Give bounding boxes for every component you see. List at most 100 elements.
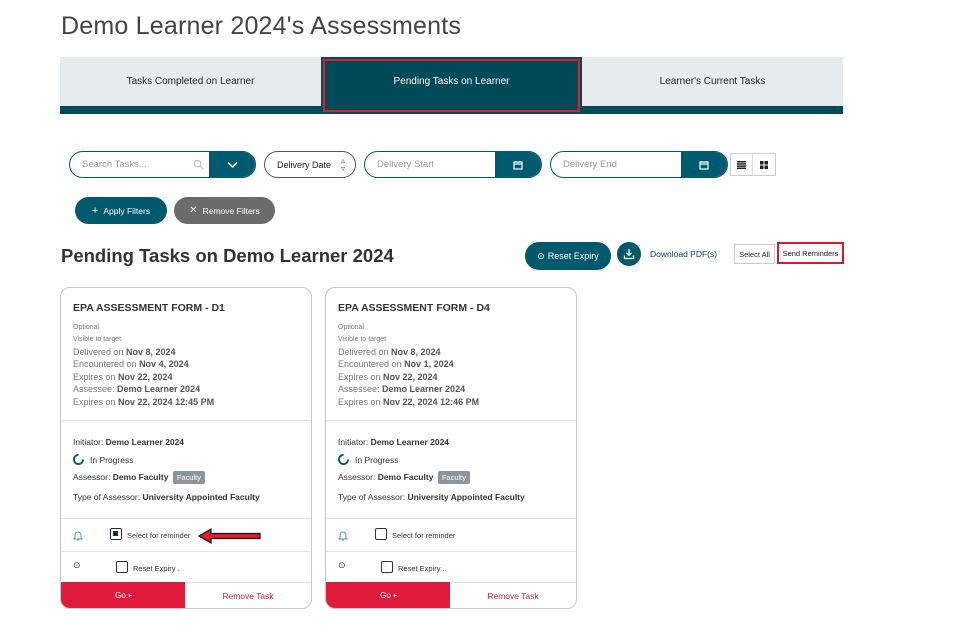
card-expires: Expires on Nov 22, 2024 <box>73 371 173 382</box>
chevron-down-icon <box>226 161 238 168</box>
reset-expiry-checkbox[interactable] <box>381 561 393 573</box>
task-card: EPA ASSESSMENT FORM - D1 Optional Visibl… <box>60 287 312 609</box>
reminder-checkbox[interactable] <box>110 528 122 540</box>
sort-updown-icon: ▵ ▿ <box>340 156 345 173</box>
divider <box>61 420 311 421</box>
go-label: Go <box>115 590 126 600</box>
delivery-end-calendar-button[interactable] <box>681 152 727 177</box>
reset-expiry-button[interactable]: ⊙ Reset Expiry <box>525 242 611 270</box>
search-group <box>69 151 256 178</box>
calendar-icon <box>513 160 523 170</box>
apply-filters-button[interactable]: + Apply Filters <box>75 197 167 224</box>
remove-task-button[interactable]: Remove Task <box>450 582 576 608</box>
card-meta: Delivered on Nov 8, 2024 Encountered on … <box>338 346 479 408</box>
go-button[interactable]: Go ▸ <box>61 582 186 608</box>
divider <box>326 518 576 519</box>
close-icon: ✕ <box>189 205 198 216</box>
calendar-icon <box>699 160 709 170</box>
sort-select-value: Delivery Date <box>277 159 332 170</box>
remove-task-button[interactable]: Remove Task <box>185 582 311 608</box>
card-assessor: Assessor: Demo Faculty Faculty <box>73 471 205 484</box>
card-initiator: Initiator: Demo Learner 2024 <box>73 437 185 447</box>
grid-view-icon <box>760 160 768 169</box>
divider <box>61 518 311 519</box>
card-status: In Progress <box>73 454 133 465</box>
arrow-left-icon <box>198 528 261 544</box>
go-label: Go <box>380 590 391 600</box>
card-status: In Progress <box>338 454 398 465</box>
reset-expiry-label: Reset Expiry <box>547 251 599 261</box>
card-expires-time: Expires on Nov 22, 2024 12:45 PM <box>73 396 215 407</box>
page-title: Demo Learner 2024's Assessments <box>61 12 462 40</box>
select-all-button[interactable]: Select All <box>734 244 775 264</box>
card-status-label: In Progress <box>355 454 399 465</box>
reminder-label: Select for reminder <box>392 531 456 540</box>
card-delivered: Delivered on Nov 8, 2024 <box>338 347 441 357</box>
remove-filters-button[interactable]: ✕ Remove Filters <box>174 197 275 224</box>
card-assessor: Assessor: Demo Faculty Faculty <box>338 471 470 484</box>
card-visible: Visible to target <box>73 336 122 343</box>
caret-right-icon: ▸ <box>128 592 132 599</box>
reset-expiry-checkbox-label: Reset Expiry . <box>398 564 445 573</box>
card-title: EPA ASSESSMENT FORM - D4 <box>338 302 490 314</box>
download-icon <box>623 249 635 260</box>
grid-view-button[interactable] <box>753 154 775 175</box>
card-initiator: Initiator: Demo Learner 2024 <box>338 437 450 447</box>
search-dropdown-button[interactable] <box>209 152 255 177</box>
card-optional: Optional <box>338 324 365 331</box>
card-visible: Visible to target <box>338 336 387 343</box>
card-encountered: Encountered on Nov 1, 2024 <box>338 359 454 370</box>
divider <box>61 551 311 552</box>
sort-select[interactable]: Delivery Date ▵ ▿ <box>264 151 356 178</box>
reminder-label: Select for reminder <box>127 531 191 540</box>
download-pdf-icon-button[interactable] <box>617 242 641 266</box>
section-title: Pending Tasks on Demo Learner 2024 <box>61 245 394 266</box>
divider <box>326 551 576 552</box>
bell-icon <box>337 528 349 546</box>
tab-bar: Tasks Completed on Learner Pending Tasks… <box>60 57 843 114</box>
card-assessor-type: Type of Assessor: University Appointed F… <box>73 492 260 502</box>
faculty-badge: Faculty <box>172 471 205 484</box>
plus-icon: + <box>91 204 99 217</box>
list-view-icon <box>737 160 746 169</box>
go-button[interactable]: Go ▸ <box>326 582 451 608</box>
delivery-start-input[interactable]: Delivery Start <box>365 152 495 177</box>
apply-filters-label: Apply Filters <box>103 205 151 216</box>
bell-icon <box>72 528 84 546</box>
caret-right-icon: ▸ <box>393 592 397 599</box>
view-toggle <box>730 153 776 176</box>
list-view-button[interactable] <box>731 154 753 175</box>
spinner-icon <box>73 454 84 465</box>
clock-icon: ⊙ <box>537 250 545 261</box>
clock-icon: ⊙ <box>338 560 346 570</box>
delivery-end-group: Delivery End <box>550 151 728 178</box>
spinner-icon <box>338 454 349 465</box>
card-assessee: Assessee: Demo Learner 2024 <box>338 384 466 395</box>
tab-tasks-completed[interactable]: Tasks Completed on Learner <box>60 57 321 106</box>
search-input[interactable] <box>70 152 187 177</box>
card-delivered: Delivered on Nov 8, 2024 <box>73 347 176 357</box>
tab-current-tasks[interactable]: Learner's Current Tasks <box>582 57 843 106</box>
card-title: EPA ASSESSMENT FORM - D1 <box>73 302 225 314</box>
tab-pending-tasks[interactable]: Pending Tasks on Learner <box>321 57 582 112</box>
card-encountered: Encountered on Nov 4, 2024 <box>73 359 189 370</box>
remove-filters-label: Remove Filters <box>202 205 260 216</box>
card-assessee: Assessee: Demo Learner 2024 <box>73 384 201 395</box>
faculty-badge: Faculty <box>437 471 470 484</box>
delivery-start-calendar-button[interactable] <box>495 152 541 177</box>
card-meta: Delivered on Nov 8, 2024 Encountered on … <box>73 346 214 408</box>
reset-expiry-checkbox-label: Reset Expiry . <box>133 564 180 573</box>
reminder-checkbox[interactable] <box>375 528 387 540</box>
send-reminders-button[interactable]: Send Reminders <box>777 242 844 264</box>
delivery-start-group: Delivery Start <box>364 151 542 178</box>
card-assessor-type: Type of Assessor: University Appointed F… <box>338 492 525 502</box>
task-card: EPA ASSESSMENT FORM - D4 Optional Visibl… <box>325 287 577 609</box>
card-status-label: In Progress <box>90 454 134 465</box>
clock-icon: ⊙ <box>73 560 81 570</box>
search-icon <box>187 152 209 177</box>
delivery-end-input[interactable]: Delivery End <box>551 152 681 177</box>
reset-expiry-checkbox[interactable] <box>116 561 128 573</box>
card-expires-time: Expires on Nov 22, 2024 12:46 PM <box>338 396 480 407</box>
card-optional: Optional <box>73 324 100 331</box>
download-pdf-link[interactable]: Download PDF(s) <box>650 249 717 259</box>
